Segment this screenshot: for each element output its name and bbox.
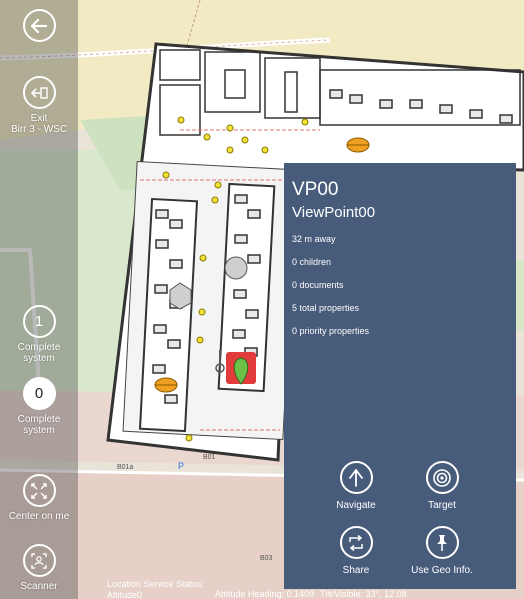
back-button[interactable] [0, 9, 78, 42]
left-toolbar: Exit Birr 3 - WSC 1 Complete system 0 Co… [0, 0, 78, 599]
map-label-b01a: B01a [117, 464, 133, 471]
tilt-visible-text: Tilt/Visible: 33°, 12.08 [320, 589, 407, 599]
complete-system-button-1[interactable]: 1 Complete system [0, 305, 78, 364]
map-label-p: P [178, 461, 184, 471]
scanner-label: Scanner [20, 581, 58, 592]
viewpoint-title: VP00 [292, 179, 339, 200]
children-count: 0 children [292, 257, 332, 267]
center-on-me-icon [22, 474, 56, 507]
map-label-b01: B01 [203, 454, 216, 461]
complete-system-label: Complete system [17, 342, 61, 364]
share-label: Share [342, 565, 370, 576]
distance-text: 32 m away [292, 234, 336, 244]
scanner-button[interactable]: Scanner [0, 544, 78, 592]
target-icon [425, 461, 459, 494]
exit-label: Exit Birr 3 - WSC [10, 113, 68, 135]
total-properties-count: 5 total properties [292, 303, 360, 313]
center-on-me-button[interactable]: Center on me [0, 474, 78, 522]
priority-properties-count: 0 priority properties [292, 326, 370, 336]
complete-system-label: Complete system [17, 414, 61, 436]
complete-system-button-0[interactable]: 0 Complete system [0, 377, 78, 436]
viewpoint-subtitle: ViewPoint00 [292, 204, 376, 221]
complete-system-count: 1 [22, 305, 56, 338]
target-button[interactable]: Target [387, 461, 497, 511]
share-icon [339, 526, 373, 559]
use-geo-info-label: Use Geo Info. [411, 565, 473, 576]
target-label: Target [428, 500, 456, 511]
use-geo-info-button[interactable]: Use Geo Info. [387, 526, 497, 576]
navigate-label: Navigate [336, 500, 376, 511]
viewpoint-detail-panel: VP00 ViewPoint00 32 m away 0 children 0 … [284, 163, 516, 589]
complete-system-count: 0 [22, 377, 56, 410]
location-service-status: Location Service Status: [107, 579, 205, 589]
exit-icon [22, 76, 56, 109]
pin-icon [425, 526, 459, 559]
exit-button[interactable]: Exit Birr 3 - WSC [0, 76, 78, 135]
scanner-icon [22, 544, 56, 577]
back-arrow-icon [22, 9, 56, 42]
center-on-me-label: Center on me [8, 511, 70, 522]
attitude-heading-text: Attitude Heading: 0.1409 [215, 589, 315, 599]
map-label-b03: B03 [260, 555, 273, 562]
altitude-text: Altitude0 [107, 590, 143, 599]
navigate-arrow-icon [339, 461, 373, 494]
documents-count: 0 documents [292, 280, 344, 290]
